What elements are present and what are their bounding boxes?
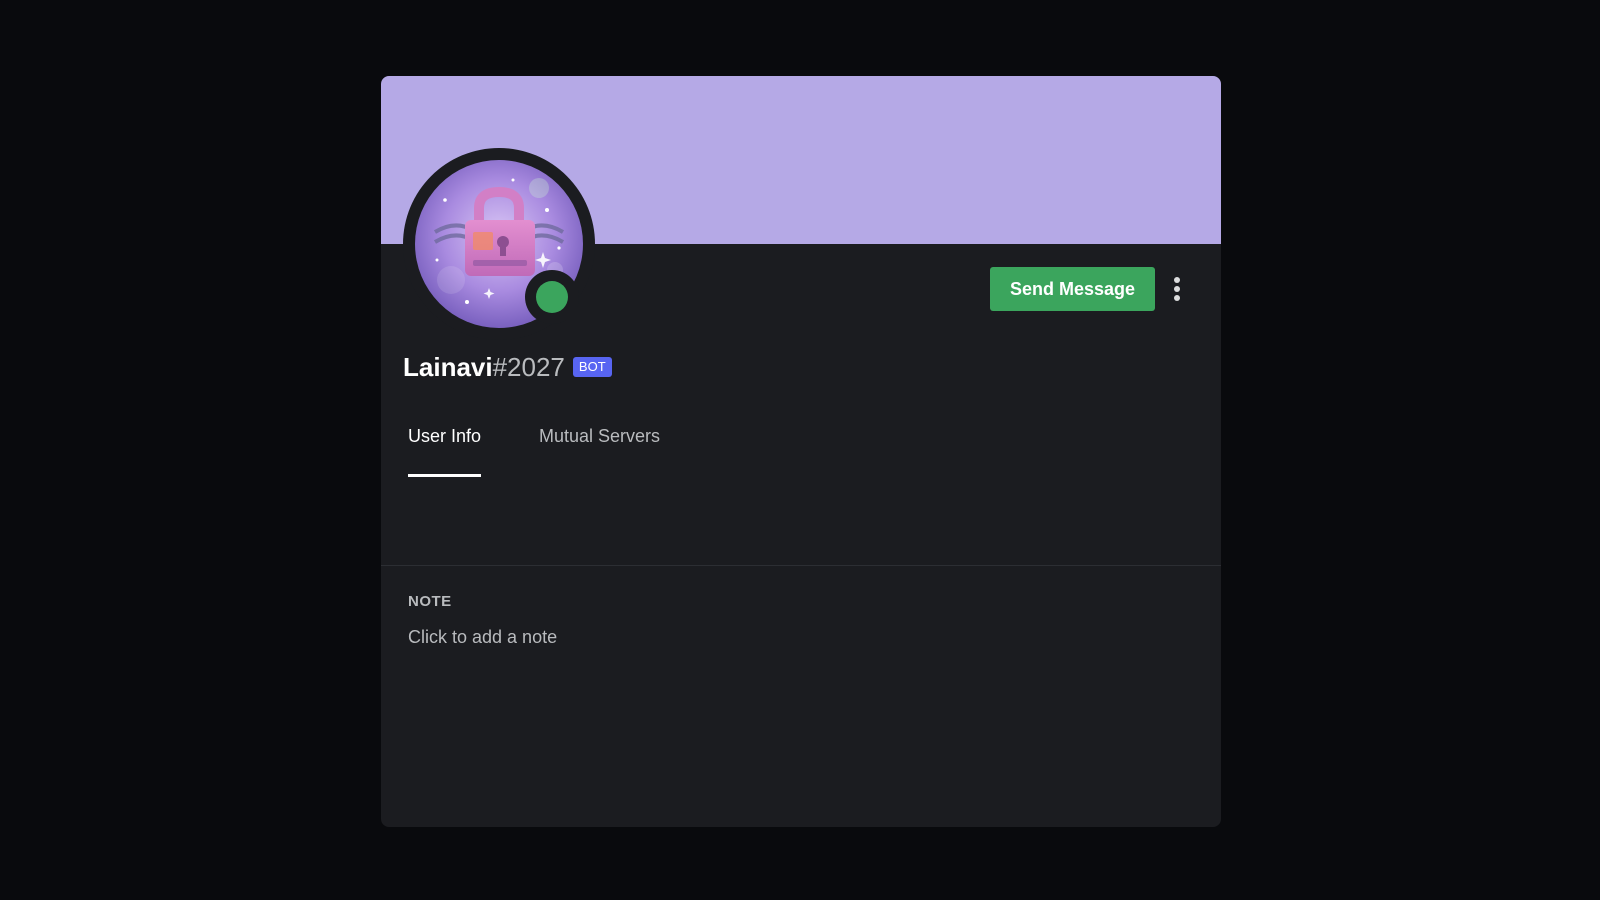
bot-badge: BOT: [572, 357, 612, 377]
tab-label: User Info: [408, 426, 482, 446]
more-vertical-icon: [1174, 277, 1180, 301]
discriminator: #2027: [492, 351, 565, 382]
profile-tabs: User Info Mutual Servers: [381, 426, 1221, 566]
username: Lainavi: [403, 351, 493, 382]
tab-divider: [381, 565, 1221, 566]
more-options-button[interactable]: [1167, 272, 1187, 306]
user-profile-modal: Send Message Lainavi #2027 BOT User Info…: [381, 76, 1221, 827]
tab-mutual-servers[interactable]: Mutual Servers: [539, 426, 660, 466]
avatar-frame: [403, 148, 595, 340]
send-message-button[interactable]: Send Message: [990, 267, 1155, 311]
note-heading: NOTE: [408, 593, 452, 610]
tab-user-info[interactable]: User Info: [408, 426, 482, 477]
online-status-icon: [536, 281, 568, 313]
note-input[interactable]: [408, 623, 1188, 651]
tab-label: Mutual Servers: [539, 426, 661, 446]
active-tab-indicator: [408, 474, 482, 477]
status-indicator: [525, 270, 579, 324]
user-name-row: Lainavi #2027 BOT: [403, 349, 612, 385]
